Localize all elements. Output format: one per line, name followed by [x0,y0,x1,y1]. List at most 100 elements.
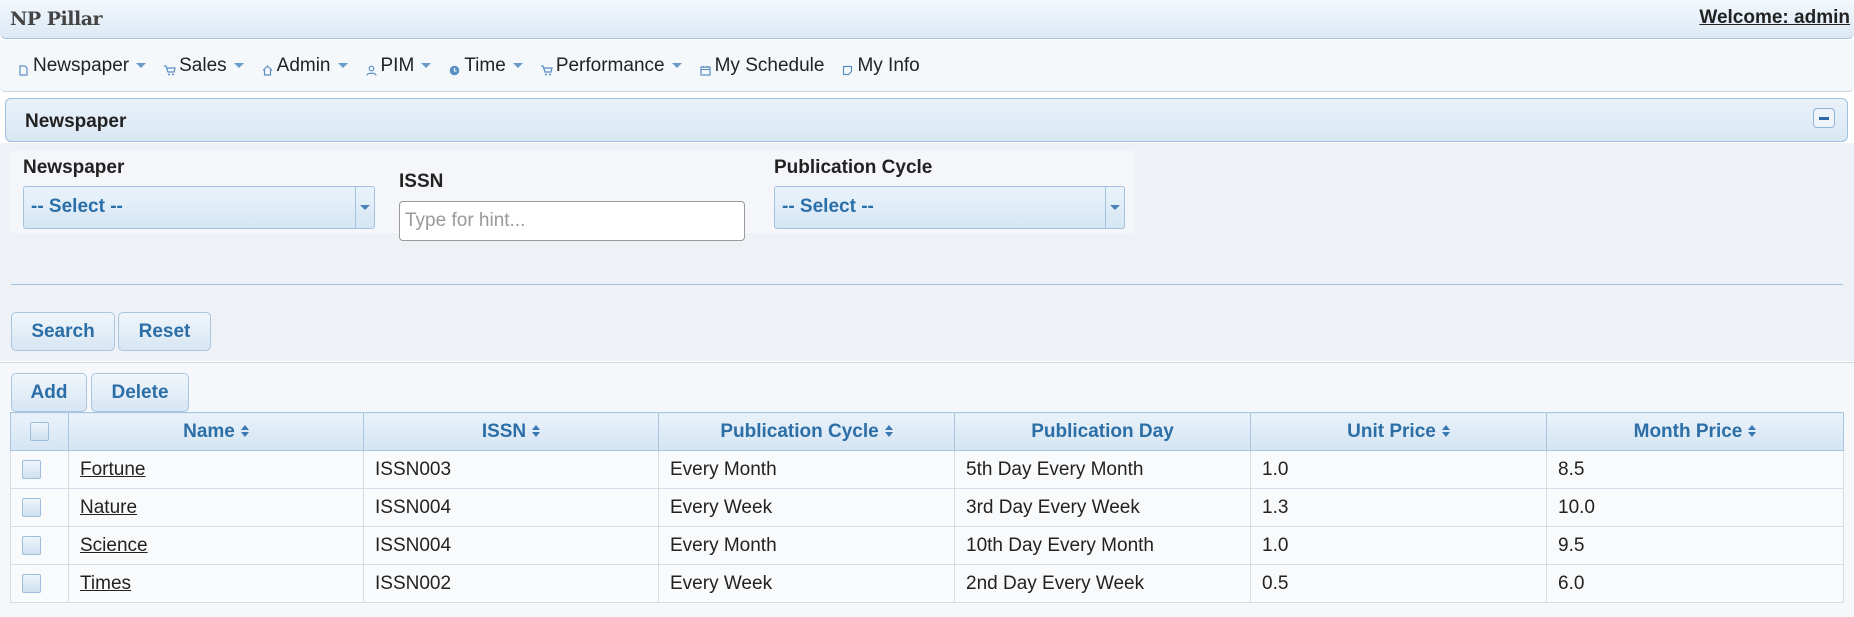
newspaper-name-link[interactable]: Nature [80,497,137,518]
chevron-down-icon [360,205,370,210]
issn-cell: ISSN004 [363,488,659,527]
chevron-down-icon [512,63,523,68]
column-header-issn[interactable]: ISSN [363,412,659,451]
unit-price-cell: 1.3 [1250,488,1547,527]
newspaper-table: Name ISSN Publication Cycle Publication … [10,412,1844,603]
cart-icon [540,60,553,76]
newspaper-select-value: -- Select -- [31,196,123,217]
calendar-icon [699,60,711,76]
unit-price-cell: 1.0 [1250,526,1547,565]
row-checkbox[interactable] [22,535,41,555]
name-cell: Fortune [68,450,364,489]
chevron-down-icon [1110,205,1120,210]
welcome-user-link[interactable]: Welcome: admin [1699,7,1850,29]
sort-icon [1748,425,1757,438]
newspaper-name-link[interactable]: Science [80,535,148,556]
month-price-cell: 8.5 [1546,450,1844,489]
chevron-down-icon [136,63,147,68]
issn-input[interactable] [399,201,745,241]
menu-label: Admin [276,54,331,76]
row-checkbox[interactable] [22,497,41,517]
search-button[interactable]: Search [11,312,115,351]
menu-item-my-info[interactable]: My Info [842,54,920,77]
unit-price-cell: 0.5 [1250,564,1547,603]
home-icon [262,60,273,76]
column-header-unit-price[interactable]: Unit Price [1250,412,1547,451]
unit-price-cell: 1.0 [1250,450,1547,489]
top-header: NP Pillar Welcome: admin [0,0,1854,39]
newspaper-select[interactable]: -- Select -- [23,186,375,229]
day-cell: 3rd Day Every Week [954,488,1251,527]
cycle-cell: Every Month [658,526,955,565]
menu-label: Newspaper [33,54,130,76]
menu-item-pim[interactable]: PIM [365,55,432,77]
select-all-checkbox[interactable] [30,421,49,441]
issn-filter-label: ISSN [399,171,444,192]
name-cell: Nature [68,488,364,527]
menu-item-performance[interactable]: Performance [540,54,682,77]
row-select-cell [10,564,69,603]
person-icon [365,60,377,76]
cycle-cell: Every Month [658,450,955,489]
chevron-down-icon [233,63,244,68]
collapse-button[interactable] [1813,108,1835,128]
cart-icon [164,60,176,76]
sort-icon [1441,425,1450,438]
select-separator [1105,187,1106,228]
add-button[interactable]: Add [11,373,87,412]
menu-item-time[interactable]: Time [449,55,523,77]
filter-divider [11,284,1843,285]
day-cell: 5th Day Every Month [954,450,1251,489]
column-label: Unit Price [1347,420,1436,442]
delete-button[interactable]: Delete [91,373,189,412]
chevron-down-icon [421,63,432,68]
menu-label: Time [464,54,506,76]
cycle-cell: Every Week [658,564,955,603]
newspaper-name-link[interactable]: Times [80,573,131,594]
table-header-row: Name ISSN Publication Cycle Publication … [10,412,1844,451]
sort-icon [240,425,249,438]
reset-button[interactable]: Reset [118,312,211,351]
month-price-cell: 9.5 [1546,526,1844,565]
menu-item-sales[interactable]: Sales [164,55,244,77]
menu-label: My Info [857,54,920,76]
menu-label: Performance [555,54,665,76]
name-cell: Times [68,564,364,603]
note-icon [842,60,853,76]
column-header-name[interactable]: Name [68,412,364,451]
sort-icon [532,425,541,438]
menu-item-my-schedule[interactable]: My Schedule [699,55,824,77]
row-select-cell [10,450,69,489]
issn-cell: ISSN002 [363,564,659,603]
chevron-down-icon [671,63,682,68]
column-label: Month Price [1633,420,1743,442]
publication-cycle-select[interactable]: -- Select -- [774,186,1125,229]
column-header-month-price[interactable]: Month Price [1546,412,1844,451]
day-cell: 10th Day Every Month [954,526,1251,565]
cycle-cell: Every Week [658,488,955,527]
column-header-publication-day: Publication Day [954,412,1251,451]
month-price-cell: 6.0 [1546,564,1844,603]
newspaper-name-link[interactable]: Fortune [80,459,145,480]
column-label: Publication Day [1031,420,1174,442]
publication-cycle-select-value: -- Select -- [782,196,874,217]
day-cell: 2nd Day Every Week [954,564,1251,603]
newspaper-panel-header: Newspaper [5,98,1848,142]
row-checkbox[interactable] [22,573,41,593]
menu-label: Sales [179,54,227,76]
publication-cycle-filter-label: Publication Cycle [774,157,933,178]
app-logo: NP Pillar [10,8,103,30]
minus-icon [1819,117,1829,120]
column-header-publication-cycle[interactable]: Publication Cycle [658,412,955,451]
table-row: Nature ISSN004 Every Week 3rd Day Every … [10,488,1844,527]
select-separator [355,187,356,228]
name-cell: Science [68,526,364,565]
menu-item-admin[interactable]: Admin [262,55,348,77]
row-select-cell [10,488,69,527]
row-checkbox[interactable] [22,459,41,479]
menu-item-newspaper[interactable]: Newspaper [18,54,147,77]
newspaper-filter-label: Newspaper [23,157,125,178]
issn-cell: ISSN003 [363,450,659,489]
table-row: Fortune ISSN003 Every Month 5th Day Ever… [10,450,1844,489]
panel-title: Newspaper [25,111,127,132]
